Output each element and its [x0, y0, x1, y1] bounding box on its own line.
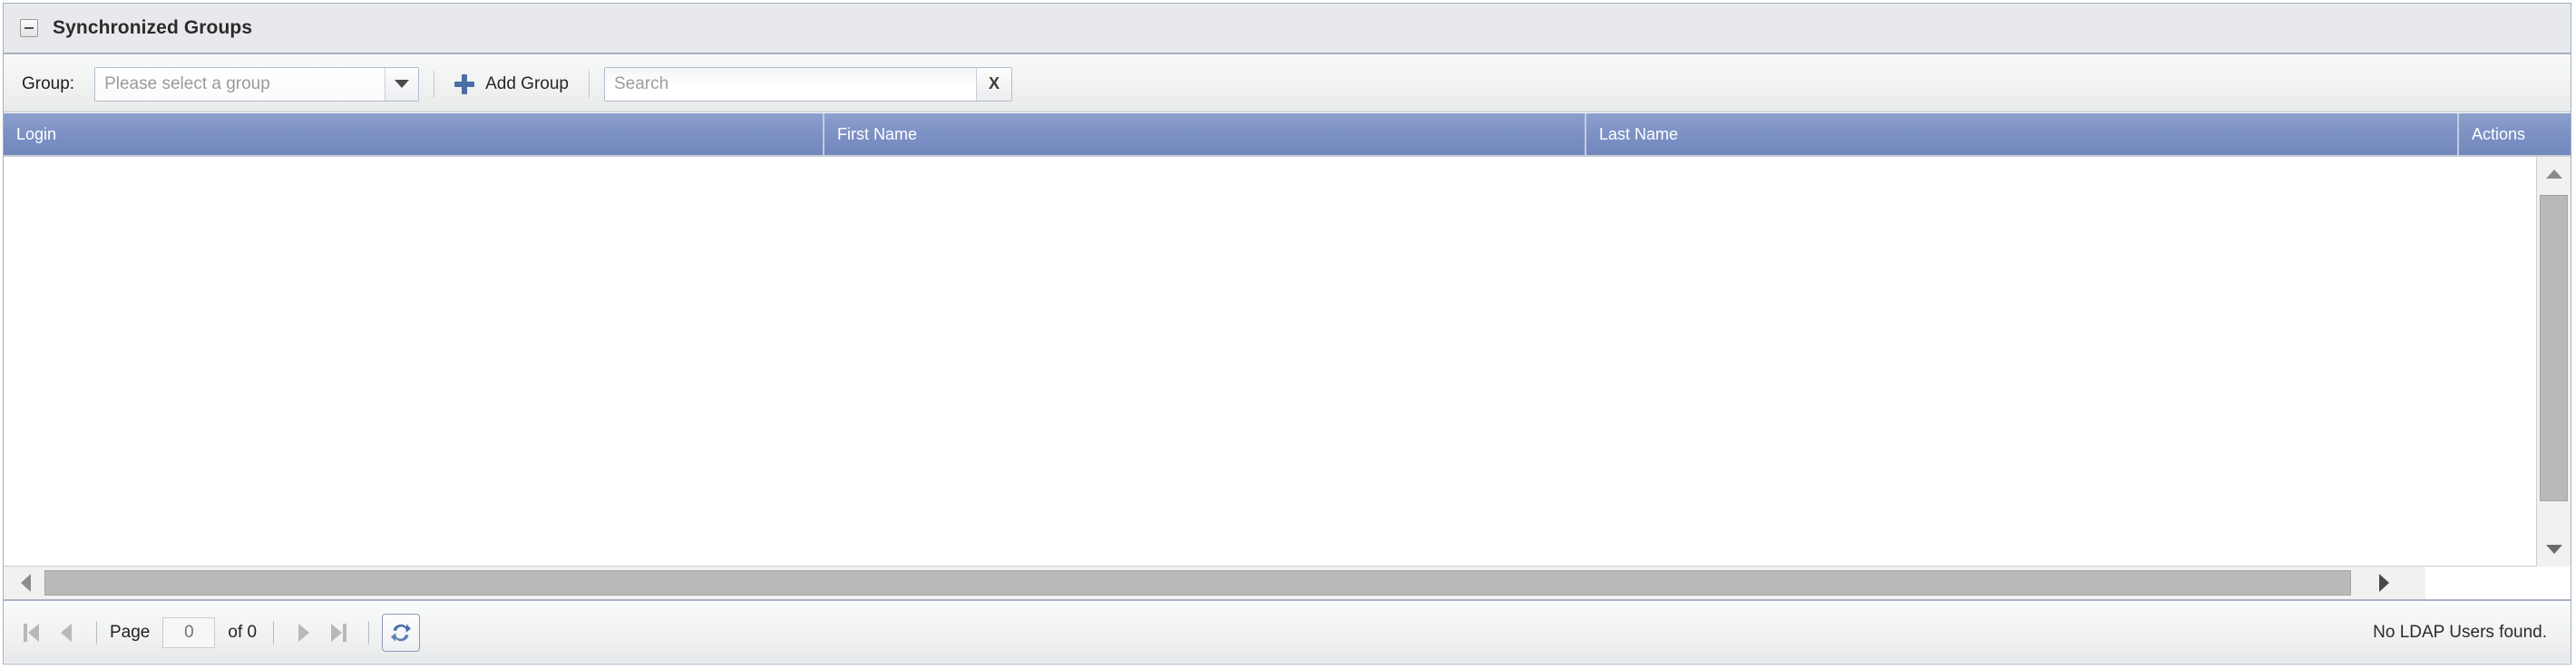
page-label: Page	[110, 623, 151, 642]
pager-separator-2	[273, 621, 275, 645]
page-title: Synchronized Groups	[53, 17, 253, 38]
grid-toolbar: Group: Please select a group Add Group X	[4, 56, 2571, 112]
column-header-last-name[interactable]: Last Name	[1586, 113, 2459, 155]
search-input[interactable]	[605, 67, 976, 101]
previous-page-icon	[61, 624, 72, 642]
triangle-right-icon	[2378, 574, 2389, 592]
scroll-up-button[interactable]	[2537, 157, 2571, 191]
add-group-label: Add Group	[485, 73, 569, 93]
group-select[interactable]: Please select a group	[94, 66, 420, 102]
search-clear-button[interactable]: X	[976, 67, 1011, 101]
search-box[interactable]: X	[604, 66, 1012, 102]
triangle-up-icon	[2545, 170, 2562, 179]
triangle-left-icon	[20, 574, 31, 592]
toolbar-separator-2	[589, 70, 590, 98]
column-header-login[interactable]: Login	[4, 113, 825, 155]
scroll-down-button[interactable]	[2537, 532, 2571, 567]
last-page-icon	[330, 624, 347, 642]
plus-icon	[454, 73, 475, 94]
page-total-label: of 0	[228, 623, 258, 642]
next-page-button[interactable]	[287, 616, 321, 650]
scrollbar-corner	[2425, 567, 2571, 601]
grid-horizontal-scrollbar[interactable]	[4, 567, 2425, 601]
column-header-actions[interactable]: Actions	[2459, 113, 2571, 155]
triangle-down-icon	[2545, 545, 2562, 554]
horizontal-scrollbar-thumb[interactable]	[44, 570, 2351, 596]
previous-page-button[interactable]	[49, 616, 83, 650]
collapse-minus-icon[interactable]	[20, 19, 38, 37]
group-label: Group:	[22, 73, 75, 93]
pager-separator-3	[368, 621, 370, 645]
chevron-down-icon	[395, 80, 410, 88]
synchronized-groups-panel: Synchronized Groups Group: Please select…	[3, 3, 2571, 664]
next-page-icon	[298, 624, 310, 642]
group-select-value[interactable]: Please select a group	[95, 67, 386, 101]
scroll-left-button[interactable]	[7, 567, 44, 599]
page-number-input[interactable]	[162, 617, 216, 648]
pager-separator-1	[96, 621, 97, 645]
first-page-icon	[24, 624, 40, 642]
group-select-toggle[interactable]	[385, 67, 419, 101]
scroll-right-button[interactable]	[2366, 567, 2402, 599]
last-page-button[interactable]	[321, 616, 356, 650]
grid-pager: Page of 0 No LDAP Users found.	[4, 603, 2571, 663]
refresh-icon	[391, 624, 412, 642]
pager-status-text: No LDAP Users found.	[2373, 623, 2547, 642]
add-group-button[interactable]: Add Group	[449, 73, 574, 96]
refresh-button[interactable]	[382, 614, 421, 652]
grid-body	[4, 157, 2571, 567]
grid-vertical-scrollbar[interactable]	[2536, 157, 2571, 567]
vertical-scrollbar-thumb[interactable]	[2540, 195, 2568, 501]
panel-titlebar: Synchronized Groups	[4, 4, 2571, 54]
grid-column-headers: Login First Name Last Name Actions	[4, 113, 2571, 157]
column-header-first-name[interactable]: First Name	[825, 113, 1586, 155]
first-page-button[interactable]	[15, 616, 49, 650]
